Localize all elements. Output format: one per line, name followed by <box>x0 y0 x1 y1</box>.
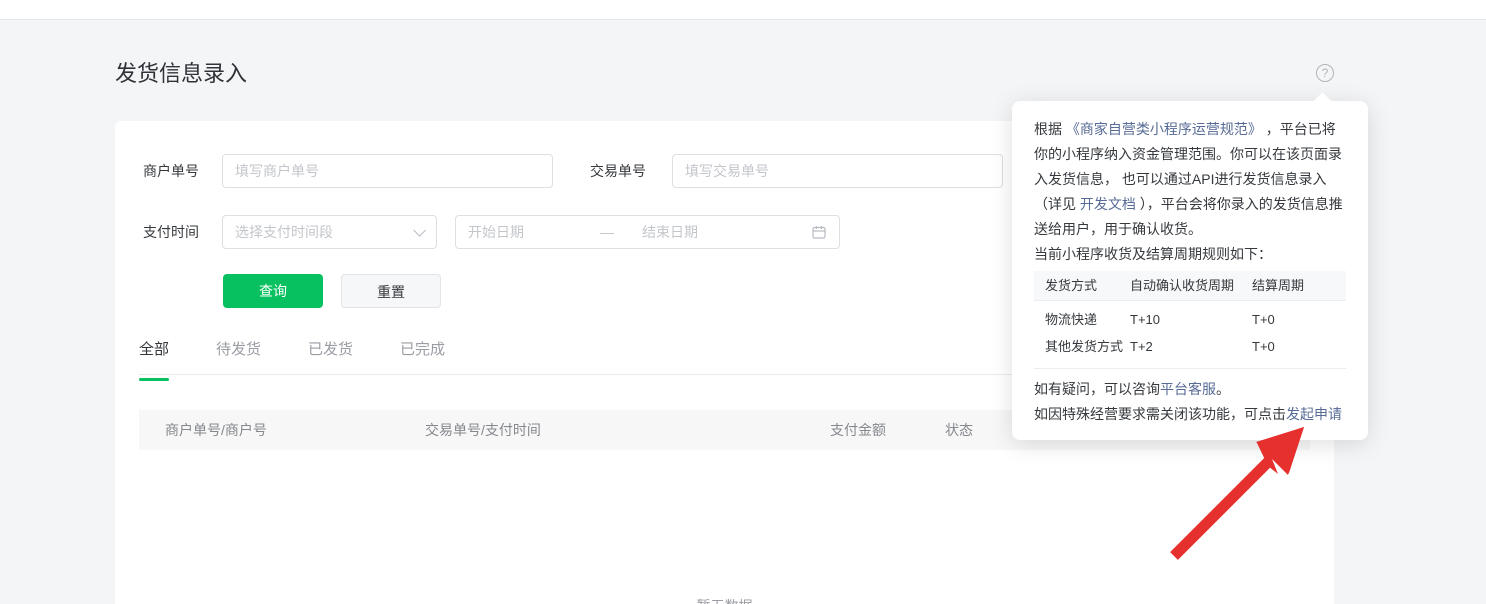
help-icon[interactable]: ? <box>1316 64 1334 82</box>
calendar-icon <box>811 224 827 240</box>
tab-shipped[interactable]: 已发货 <box>308 335 353 374</box>
rules-cell: T+0 <box>1252 339 1275 354</box>
end-date-placeholder: 结束日期 <box>642 224 698 240</box>
tab-completed[interactable]: 已完成 <box>400 335 445 374</box>
rules-cell: T+0 <box>1252 312 1275 327</box>
table-header-pay-amount: 支付金额 <box>830 422 886 438</box>
table-header-merchant-order: 商户单号/商户号 <box>165 422 267 438</box>
table-header-status: 状态 <box>945 422 973 438</box>
merchant-no-label: 商户单号 <box>143 163 199 179</box>
popover-rules-line: 当前小程序收货及结算周期规则如下： <box>1034 246 1272 262</box>
reset-button[interactable]: 重置 <box>341 274 441 308</box>
rules-cell: 物流快递 <box>1045 312 1098 327</box>
rules-header-confirm-cycle: 自动确认收货周期 <box>1130 278 1235 293</box>
search-button[interactable]: 查询 <box>223 274 323 308</box>
empty-state-text: 暂无数据 <box>115 596 1334 604</box>
rules-header-settle-cycle: 结算周期 <box>1252 278 1305 293</box>
page-title: 发货信息录入 <box>115 61 248 86</box>
pay-time-select-placeholder: 选择支付时间段 <box>235 224 333 240</box>
chevron-down-icon <box>413 223 426 237</box>
trade-no-label: 交易单号 <box>590 163 646 179</box>
rules-cell: 其他发货方式 <box>1045 339 1124 354</box>
settlement-rules-table: 发货方式 自动确认收货周期 结算周期 物流快递 T+10 T+0 其他发货方式 … <box>1034 271 1346 369</box>
popover-caret <box>1313 92 1332 111</box>
date-range-separator: — <box>600 224 614 240</box>
apply-close-link[interactable]: 发起申请 <box>1286 406 1342 422</box>
pay-time-select[interactable]: 选择支付时间段 <box>222 215 437 249</box>
operation-spec-link[interactable]: 《商家自营类小程序运营规范》 <box>1066 121 1262 137</box>
popover-footer: 如有疑问，可以咨询平台客服。 如因特殊经营要求需关闭该功能，可点击发起申请 <box>1034 377 1346 427</box>
faq-line: 如有疑问，可以咨询平台客服。 <box>1034 377 1346 402</box>
date-range-picker[interactable]: 开始日期 — 结束日期 <box>455 215 840 249</box>
platform-support-link[interactable]: 平台客服 <box>1160 381 1216 397</box>
rules-table-body: 物流快递 T+10 T+0 其他发货方式 T+2 T+0 <box>1034 306 1346 369</box>
rules-cell: T+2 <box>1130 339 1153 354</box>
help-popover: 根据 《商家自营类小程序运营规范》 ，平台已将你的小程序纳入资金管理范围。你可以… <box>1012 92 1368 440</box>
top-nav-bar <box>0 0 1486 20</box>
help-icon-glyph: ? <box>1321 66 1329 80</box>
table-header-trade-time: 交易单号/支付时间 <box>425 422 541 438</box>
rules-row-express: 物流快递 T+10 T+0 <box>1034 306 1346 333</box>
rules-cell: T+10 <box>1130 312 1160 327</box>
rules-row-other: 其他发货方式 T+2 T+0 <box>1034 333 1346 360</box>
faq-suffix: 。 <box>1216 381 1230 397</box>
faq-prefix: 如有疑问，可以咨询 <box>1034 381 1160 397</box>
rules-header-method: 发货方式 <box>1045 278 1098 293</box>
pay-time-label: 支付时间 <box>143 224 199 240</box>
close-function-prefix: 如因特殊经营要求需关闭该功能，可点击 <box>1034 406 1286 422</box>
trade-no-input[interactable] <box>672 154 1003 188</box>
dev-docs-link[interactable]: 开发文档 <box>1080 196 1136 212</box>
close-function-line: 如因特殊经营要求需关闭该功能，可点击发起申请 <box>1034 402 1346 427</box>
start-date-placeholder: 开始日期 <box>468 224 524 240</box>
rules-table-header: 发货方式 自动确认收货周期 结算周期 <box>1034 271 1346 301</box>
merchant-no-input[interactable] <box>222 154 553 188</box>
tab-all[interactable]: 全部 <box>139 335 170 381</box>
popover-intro-paragraph: 根据 《商家自营类小程序运营规范》 ，平台已将你的小程序纳入资金管理范围。你可以… <box>1034 117 1346 242</box>
popover-intro-prefix: 根据 <box>1034 121 1066 137</box>
tab-to-ship[interactable]: 待发货 <box>216 335 261 374</box>
